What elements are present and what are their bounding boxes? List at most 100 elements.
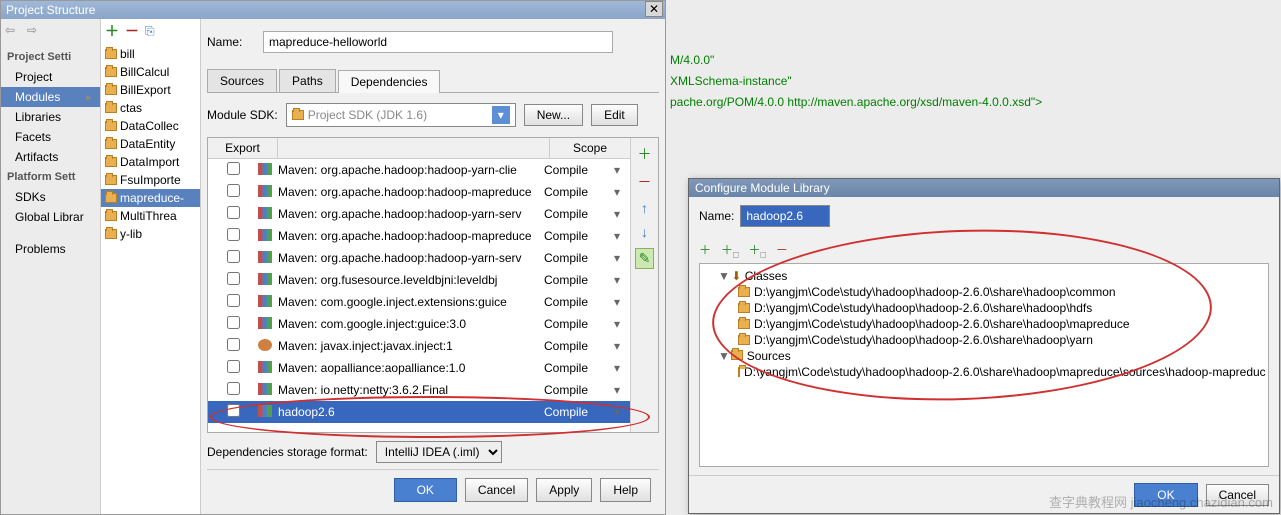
nav-facets[interactable]: Facets — [1, 127, 100, 147]
module-item[interactable]: DataEntity — [101, 135, 200, 153]
close-icon[interactable]: ✕ — [645, 1, 663, 17]
export-checkbox[interactable] — [227, 316, 240, 329]
dependency-row[interactable]: hadoop2.6Compile▾ — [208, 401, 630, 423]
dependency-row[interactable]: Maven: org.apache.hadoop:hadoop-mapreduc… — [208, 181, 630, 203]
new-sdk-button[interactable]: New... — [524, 104, 583, 126]
sources-node[interactable]: ▼ Sources — [704, 348, 1264, 364]
dependency-scope[interactable]: Compile — [544, 229, 614, 243]
dependency-scope[interactable]: Compile — [544, 405, 614, 419]
module-item[interactable]: bill — [101, 45, 200, 63]
dependency-row[interactable]: Maven: org.fusesource.leveldbjni:leveldb… — [208, 269, 630, 291]
chevron-down-icon[interactable]: ▾ — [614, 207, 630, 221]
class-path-item[interactable]: D:\yangjm\Code\study\hadoop\hadoop-2.6.0… — [704, 332, 1264, 348]
export-checkbox[interactable] — [227, 360, 240, 373]
module-item[interactable]: ctas — [101, 99, 200, 117]
remove-root-icon[interactable]: － — [776, 241, 788, 259]
module-item[interactable]: mapreduce- — [101, 189, 200, 207]
chevron-down-icon[interactable]: ▾ — [614, 383, 630, 397]
cancel-button[interactable]: Cancel — [465, 478, 528, 502]
add-special2-icon[interactable]: ＋□ — [748, 241, 765, 259]
chevron-down-icon[interactable]: ▾ — [614, 185, 630, 199]
tab-dependencies[interactable]: Dependencies — [338, 70, 441, 93]
dependency-scope[interactable]: Compile — [544, 163, 614, 177]
nav-artifacts[interactable]: Artifacts — [1, 147, 100, 167]
module-name-input[interactable] — [263, 31, 613, 53]
module-item[interactable]: BillExport — [101, 81, 200, 99]
nav-sdks[interactable]: SDKs — [1, 187, 100, 207]
cml-titlebar[interactable]: Configure Module Library — [689, 179, 1279, 197]
dependency-scope[interactable]: Compile — [544, 251, 614, 265]
class-path-item[interactable]: D:\yangjm\Code\study\hadoop\hadoop-2.6.0… — [704, 300, 1264, 316]
chevron-down-icon[interactable]: ▾ — [614, 405, 630, 419]
add-root-icon[interactable]: ＋ — [699, 241, 711, 259]
export-checkbox[interactable] — [227, 184, 240, 197]
nav-problems[interactable]: Problems — [1, 239, 100, 259]
add-module-icon[interactable]: ＋ — [105, 21, 119, 41]
module-item[interactable]: BillCalcul — [101, 63, 200, 81]
dependency-scope[interactable]: Compile — [544, 185, 614, 199]
dependency-scope[interactable]: Compile — [544, 273, 614, 287]
export-checkbox[interactable] — [227, 338, 240, 351]
chevron-down-icon[interactable]: ▾ — [614, 339, 630, 353]
chevron-down-icon[interactable]: ▾ — [614, 295, 630, 309]
export-checkbox[interactable] — [227, 294, 240, 307]
storage-format-select[interactable]: IntelliJ IDEA (.iml) — [376, 441, 502, 463]
class-path-item[interactable]: D:\yangjm\Code\study\hadoop\hadoop-2.6.0… — [704, 284, 1264, 300]
module-sdk-combo[interactable]: Project SDK (JDK 1.6) ▾ — [286, 103, 516, 127]
add-dep-icon[interactable]: ＋ — [638, 144, 652, 164]
edit-sdk-button[interactable]: Edit — [591, 104, 638, 126]
dependency-scope[interactable]: Compile — [544, 361, 614, 375]
export-checkbox[interactable] — [227, 250, 240, 263]
module-item[interactable]: MultiThrea — [101, 207, 200, 225]
edit-dep-icon[interactable]: ✎ — [635, 248, 655, 269]
chevron-down-icon[interactable]: ▾ — [614, 229, 630, 243]
col-scope[interactable]: Scope — [550, 138, 630, 158]
copy-module-icon[interactable]: ⎘ — [145, 24, 155, 39]
tab-sources[interactable]: Sources — [207, 69, 277, 92]
chevron-down-icon[interactable]: ▾ — [614, 251, 630, 265]
export-checkbox[interactable] — [227, 206, 240, 219]
nav-global-libraries[interactable]: Global Librar — [1, 207, 100, 227]
dependency-row[interactable]: Maven: com.google.inject.extensions:guic… — [208, 291, 630, 313]
dependency-row[interactable]: Maven: org.apache.hadoop:hadoop-mapreduc… — [208, 225, 630, 247]
remove-module-icon[interactable]: － — [125, 21, 139, 41]
export-checkbox[interactable] — [227, 162, 240, 175]
chevron-down-icon[interactable]: ▾ — [614, 273, 630, 287]
move-down-icon[interactable]: ↓ — [641, 224, 648, 240]
module-item[interactable]: y-lib — [101, 225, 200, 243]
module-item[interactable]: FsuImporte — [101, 171, 200, 189]
forward-icon[interactable]: ⇨ — [27, 23, 43, 39]
dependency-scope[interactable]: Compile — [544, 339, 614, 353]
classes-node[interactable]: ▼ ⬇ Classes — [704, 268, 1264, 284]
chevron-down-icon[interactable]: ▾ — [614, 163, 630, 177]
dependency-row[interactable]: Maven: org.apache.hadoop:hadoop-yarn-ser… — [208, 203, 630, 225]
dialog-titlebar[interactable]: Project Structure ✕ — [1, 1, 665, 19]
move-up-icon[interactable]: ↑ — [641, 200, 648, 216]
dependency-row[interactable]: Maven: org.apache.hadoop:hadoop-yarn-ser… — [208, 247, 630, 269]
dependency-row[interactable]: Maven: aopalliance:aopalliance:1.0Compil… — [208, 357, 630, 379]
export-checkbox[interactable] — [227, 272, 240, 285]
add-special-icon[interactable]: ＋□ — [721, 241, 738, 259]
library-roots-tree[interactable]: ▼ ⬇ Classes D:\yangjm\Code\study\hadoop\… — [699, 263, 1269, 467]
dependency-scope[interactable]: Compile — [544, 383, 614, 397]
nav-modules[interactable]: Modules — [1, 87, 100, 107]
chevron-down-icon[interactable]: ▾ — [614, 317, 630, 331]
chevron-down-icon[interactable]: ▾ — [492, 106, 510, 124]
export-checkbox[interactable] — [227, 228, 240, 241]
dependency-row[interactable]: Maven: javax.inject:javax.inject:1Compil… — [208, 335, 630, 357]
help-button[interactable]: Help — [600, 478, 651, 502]
dependency-scope[interactable]: Compile — [544, 207, 614, 221]
nav-project[interactable]: Project — [1, 67, 100, 87]
dependency-scope[interactable]: Compile — [544, 295, 614, 309]
nav-libraries[interactable]: Libraries — [1, 107, 100, 127]
back-icon[interactable]: ⇦ — [5, 23, 21, 39]
tab-paths[interactable]: Paths — [279, 69, 336, 92]
ok-button[interactable]: OK — [394, 478, 457, 502]
library-name-input[interactable] — [740, 205, 830, 227]
dependency-row[interactable]: Maven: io.netty:netty:3.6.2.FinalCompile… — [208, 379, 630, 401]
export-checkbox[interactable] — [227, 382, 240, 395]
module-item[interactable]: DataImport — [101, 153, 200, 171]
module-item[interactable]: DataCollec — [101, 117, 200, 135]
col-export[interactable]: Export — [208, 138, 278, 158]
dependency-row[interactable]: Maven: org.apache.hadoop:hadoop-yarn-cli… — [208, 159, 630, 181]
